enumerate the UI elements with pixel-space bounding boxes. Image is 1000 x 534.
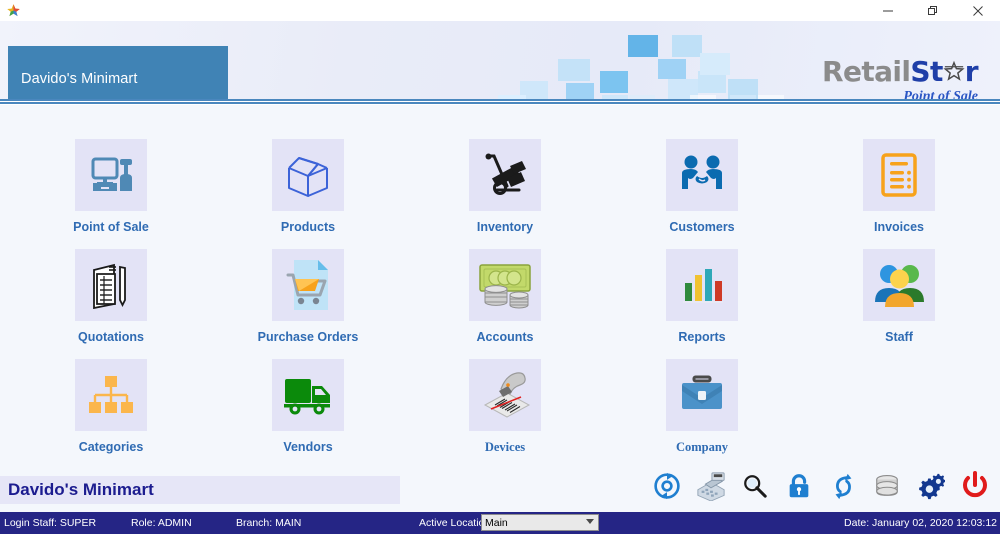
module-company[interactable]: Company — [622, 359, 782, 455]
cash-register-icon — [697, 472, 725, 501]
handshake-icon — [666, 139, 738, 211]
module-label: Purchase Orders — [257, 330, 359, 344]
refresh-icon — [654, 472, 680, 500]
module-inventory[interactable]: Inventory — [425, 139, 585, 234]
open-box-icon — [272, 139, 344, 211]
minimize-button[interactable] — [865, 0, 910, 21]
people-group-icon — [863, 249, 935, 321]
module-staff[interactable]: Staff — [819, 249, 979, 344]
delivery-truck-icon — [272, 359, 344, 431]
module-invoices[interactable]: Invoices — [819, 139, 979, 234]
header-divider — [0, 99, 1000, 105]
module-purchase-orders[interactable]: Purchase Orders — [228, 249, 388, 344]
module-label: Reports — [678, 330, 726, 344]
settings-button[interactable] — [914, 469, 948, 503]
barcode-scanner-icon — [469, 359, 541, 431]
app-star-icon — [5, 3, 21, 19]
module-label: Inventory — [476, 220, 534, 234]
hierarchy-icon — [75, 359, 147, 431]
padlock-icon — [789, 474, 809, 498]
module-label: Devices — [484, 440, 526, 454]
brand-logo-r: r — [964, 55, 979, 88]
brand-logo-text: RetailSt r — [821, 55, 979, 88]
status-branch: Branch: MAIN — [236, 517, 302, 529]
module-products[interactable]: Products — [228, 139, 388, 234]
module-label: Company — [675, 440, 729, 454]
bar-chart-icon — [666, 249, 738, 321]
gears-icon — [919, 473, 945, 500]
sync-arrows-icon — [835, 473, 852, 500]
module-reports[interactable]: Reports — [622, 249, 782, 344]
close-button[interactable] — [955, 0, 1000, 21]
module-label: Point of Sale — [73, 220, 149, 234]
money-coins-icon — [469, 249, 541, 321]
hand-truck-icon — [469, 139, 541, 211]
sync-button[interactable] — [826, 469, 860, 503]
brand-logo-st: St — [910, 55, 943, 88]
chevron-down-icon — [586, 519, 594, 524]
invoice-document-icon — [863, 139, 935, 211]
shopping-cart-icon — [272, 249, 344, 321]
application-window: Davido's Minimart RetailSt r Point of Sal… — [0, 0, 1000, 534]
status-role: Role: ADMIN — [131, 517, 192, 529]
module-label: Accounts — [476, 330, 534, 344]
magnifier-icon — [744, 475, 767, 498]
module-label: Vendors — [283, 440, 333, 454]
footer-company-name: Davido's Minimart — [8, 480, 154, 499]
module-point-of-sale[interactable]: Point of Sale — [31, 139, 191, 234]
briefcase-icon — [666, 359, 738, 431]
module-grid: Point of Sale Products Inventory Custome… — [0, 115, 1000, 465]
status-login-staff: Login Staff: SUPER — [4, 517, 97, 529]
restore-button[interactable] — [910, 0, 955, 21]
database-button[interactable] — [870, 469, 904, 503]
footer-company-bar: Davido's Minimart — [0, 476, 400, 504]
refresh-button[interactable] — [650, 469, 684, 503]
brand-logo-retail: Retail — [821, 55, 911, 88]
status-bar: Login Staff: SUPER Role: ADMIN Branch: M… — [0, 512, 1000, 534]
module-label: Quotations — [78, 330, 144, 344]
brand-logo: RetailSt r Point of Sale — [821, 55, 979, 100]
database-icon — [876, 474, 898, 496]
module-customers[interactable]: Customers — [622, 139, 782, 234]
module-label: Invoices — [873, 220, 925, 234]
star-icon — [943, 58, 965, 88]
pos-terminal-icon — [75, 139, 147, 211]
module-accounts[interactable]: Accounts — [425, 249, 585, 344]
company-name-plate: Davido's Minimart — [8, 46, 228, 99]
module-categories[interactable]: Categories — [31, 359, 191, 454]
search-button[interactable] — [738, 469, 772, 503]
title-bar — [0, 0, 1000, 21]
module-label: Customers — [669, 220, 735, 234]
active-location-value: Main — [485, 516, 508, 529]
lock-button[interactable] — [782, 469, 816, 503]
header-banner: Davido's Minimart RetailSt r Point of Sal… — [0, 21, 1000, 99]
brand-tagline: Point of Sale — [903, 89, 978, 99]
module-devices[interactable]: Devices — [425, 359, 585, 455]
quotation-pen-icon — [75, 249, 147, 321]
module-label: Products — [280, 220, 336, 234]
module-label: Staff — [885, 330, 913, 344]
power-icon — [963, 471, 987, 498]
active-location-select[interactable]: Main — [481, 514, 599, 531]
module-vendors[interactable]: Vendors — [228, 359, 388, 454]
cash-register-button[interactable] — [694, 469, 728, 503]
company-name-plate-text: Davido's Minimart — [21, 70, 138, 87]
status-date: Date: January 02, 2020 12:03:12 — [844, 517, 997, 529]
action-toolbar — [650, 466, 992, 506]
power-button[interactable] — [958, 469, 992, 503]
module-quotations[interactable]: Quotations — [31, 249, 191, 344]
module-label: Categories — [78, 440, 144, 454]
active-location-label: Active Location — [419, 517, 491, 529]
